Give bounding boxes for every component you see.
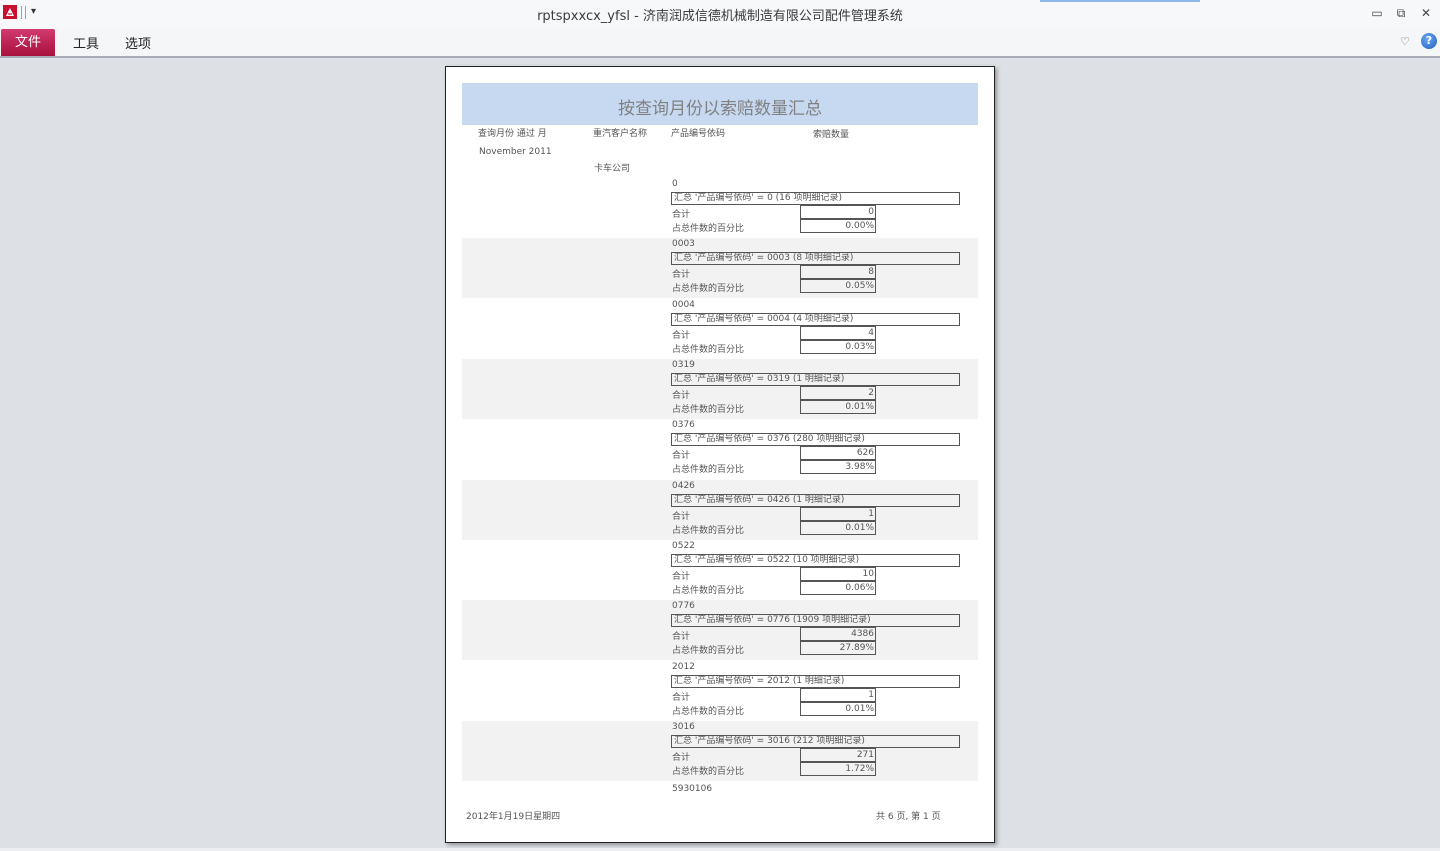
total-label: 合计 — [672, 270, 691, 280]
tab-file[interactable]: 文件 — [1, 29, 55, 56]
percent-label: 占总件数的百分比 — [672, 646, 745, 656]
group-band: 0376 汇总 '产品编号依码' = 0376 (280 项明细记录) 合计 6… — [462, 419, 978, 479]
total-value: 271 — [800, 748, 876, 762]
total-label: 合计 — [672, 693, 691, 703]
percent-label: 占总件数的百分比 — [672, 405, 745, 415]
window-title: rptspxxcx_yfsl - 济南润成信德机械制造有限公司配件管理系统 — [537, 9, 903, 24]
total-value: 0 — [800, 205, 876, 219]
percent-label: 占总件数的百分比 — [672, 526, 745, 536]
total-label: 合计 — [672, 391, 691, 401]
group-code: 0776 — [672, 601, 695, 611]
title-accent-line — [1040, 0, 1200, 2]
percent-value: 0.06% — [800, 581, 876, 595]
group-summary: 汇总 '产品编号依码' = 0 (16 项明细记录) — [671, 192, 960, 205]
total-value: 626 — [800, 446, 876, 460]
total-value: 2 — [800, 386, 876, 400]
percent-value: 0.01% — [800, 702, 876, 716]
percent-value: 27.89% — [800, 641, 876, 655]
header-month: 查询月份 通过 月 — [478, 129, 547, 139]
group-band: 0776 汇总 '产品编号依码' = 0776 (1909 项明细记录) 合计 … — [462, 600, 978, 660]
tab-options[interactable]: 选项 — [125, 33, 151, 52]
group-band: 0319 汇总 '产品编号依码' = 0319 (1 明细记录) 合计 2 占总… — [462, 359, 978, 419]
next-group-code: 5930106 — [672, 784, 713, 794]
percent-value: 3.98% — [800, 460, 876, 474]
customer-value: 卡车公司 — [594, 164, 631, 174]
percent-value: 0.01% — [800, 521, 876, 535]
restore-icon[interactable]: ⧉ — [1391, 4, 1411, 22]
report-page[interactable]: 按查询月份以索赔数量汇总 查询月份 通过 月 重汽客户名称 产品编号依码 索赔数… — [445, 66, 995, 843]
close-icon[interactable]: ✕ — [1416, 4, 1436, 22]
header-customer: 重汽客户名称 — [593, 129, 648, 139]
percent-label: 占总件数的百分比 — [672, 586, 745, 596]
month-value: November 2011 — [479, 147, 552, 157]
footer-date: 2012年1月19日星期四 — [466, 812, 561, 822]
footer-page-number: 共 6 页, 第 1 页 — [876, 812, 941, 822]
group-code: 0426 — [672, 481, 695, 491]
percent-label: 占总件数的百分比 — [672, 224, 745, 234]
total-value: 4 — [800, 326, 876, 340]
group-code: 3016 — [672, 722, 695, 732]
percent-value: 0.03% — [800, 340, 876, 354]
group-band: 3016 汇总 '产品编号依码' = 3016 (212 项明细记录) 合计 2… — [462, 721, 978, 781]
group-summary: 汇总 '产品编号依码' = 0004 (4 项明细记录) — [671, 313, 960, 326]
report-title-band: 按查询月份以索赔数量汇总 — [462, 83, 978, 125]
total-value: 10 — [800, 567, 876, 581]
group-code: 0004 — [672, 300, 695, 310]
group-code: 0522 — [672, 541, 695, 551]
group-band: 0003 汇总 '产品编号依码' = 0003 (8 项明细记录) 合计 8 占… — [462, 238, 978, 298]
group-code: 0003 — [672, 239, 695, 249]
total-value: 1 — [800, 507, 876, 521]
total-value: 8 — [800, 265, 876, 279]
percent-label: 占总件数的百分比 — [672, 767, 745, 777]
total-value: 4386 — [800, 627, 876, 641]
group-summary: 汇总 '产品编号依码' = 3016 (212 项明细记录) — [671, 735, 960, 748]
percent-value: 1.72% — [800, 762, 876, 776]
group-summary: 汇总 '产品编号依码' = 0776 (1909 项明细记录) — [671, 614, 960, 627]
percent-label: 占总件数的百分比 — [672, 284, 745, 294]
group-band: 0004 汇总 '产品编号依码' = 0004 (4 项明细记录) 合计 4 占… — [462, 299, 978, 359]
group-band: 0522 汇总 '产品编号依码' = 0522 (10 项明细记录) 合计 10… — [462, 540, 978, 600]
percent-value: 0.01% — [800, 400, 876, 414]
group-code: 0319 — [672, 360, 695, 370]
total-label: 合计 — [672, 632, 691, 642]
minimize-icon[interactable]: ▭ — [1367, 4, 1387, 22]
group-code: 0 — [672, 179, 678, 189]
total-label: 合计 — [672, 572, 691, 582]
total-label: 合计 — [672, 753, 691, 763]
group-summary: 汇总 '产品编号依码' = 0319 (1 明细记录) — [671, 373, 960, 386]
total-label: 合计 — [672, 451, 691, 461]
header-quantity: 索赔数量 — [813, 130, 850, 140]
percent-value: 0.00% — [800, 219, 876, 233]
help-icon[interactable]: ? — [1421, 33, 1437, 49]
report-title: 按查询月份以索赔数量汇总 — [618, 99, 822, 119]
group-summary: 汇总 '产品编号依码' = 0003 (8 项明细记录) — [671, 252, 960, 265]
group-summary: 汇总 '产品编号依码' = 0522 (10 项明细记录) — [671, 554, 960, 567]
total-label: 合计 — [672, 512, 691, 522]
header-product: 产品编号依码 — [671, 129, 726, 139]
percent-label: 占总件数的百分比 — [672, 465, 745, 475]
group-band: 0426 汇总 '产品编号依码' = 0426 (1 明细记录) 合计 1 占总… — [462, 480, 978, 540]
title-bar: ▾ rptspxxcx_yfsl - 济南润成信德机械制造有限公司配件管理系统 … — [0, 0, 1440, 29]
percent-value: 0.05% — [800, 279, 876, 293]
total-label: 合计 — [672, 331, 691, 341]
percent-label: 占总件数的百分比 — [672, 707, 745, 717]
percent-label: 占总件数的百分比 — [672, 345, 745, 355]
group-summary: 汇总 '产品编号依码' = 0376 (280 项明细记录) — [671, 433, 960, 446]
minimize-ribbon-icon[interactable]: ♡ — [1400, 35, 1410, 48]
group-summary: 汇总 '产品编号依码' = 0426 (1 明细记录) — [671, 494, 960, 507]
group-code: 0376 — [672, 420, 695, 430]
total-label: 合计 — [672, 210, 691, 220]
group-summary: 汇总 '产品编号依码' = 2012 (1 明细记录) — [671, 675, 960, 688]
group-code: 2012 — [672, 662, 695, 672]
total-value: 1 — [800, 688, 876, 702]
group-band: 2012 汇总 '产品编号依码' = 2012 (1 明细记录) 合计 1 占总… — [462, 661, 978, 721]
group-band: 0 汇总 '产品编号依码' = 0 (16 项明细记录) 合计 0 占总件数的百… — [462, 178, 978, 238]
tab-tools[interactable]: 工具 — [73, 33, 99, 52]
ribbon-tab-bar: 文件 工具 选项 ♡ ? — [0, 28, 1440, 58]
